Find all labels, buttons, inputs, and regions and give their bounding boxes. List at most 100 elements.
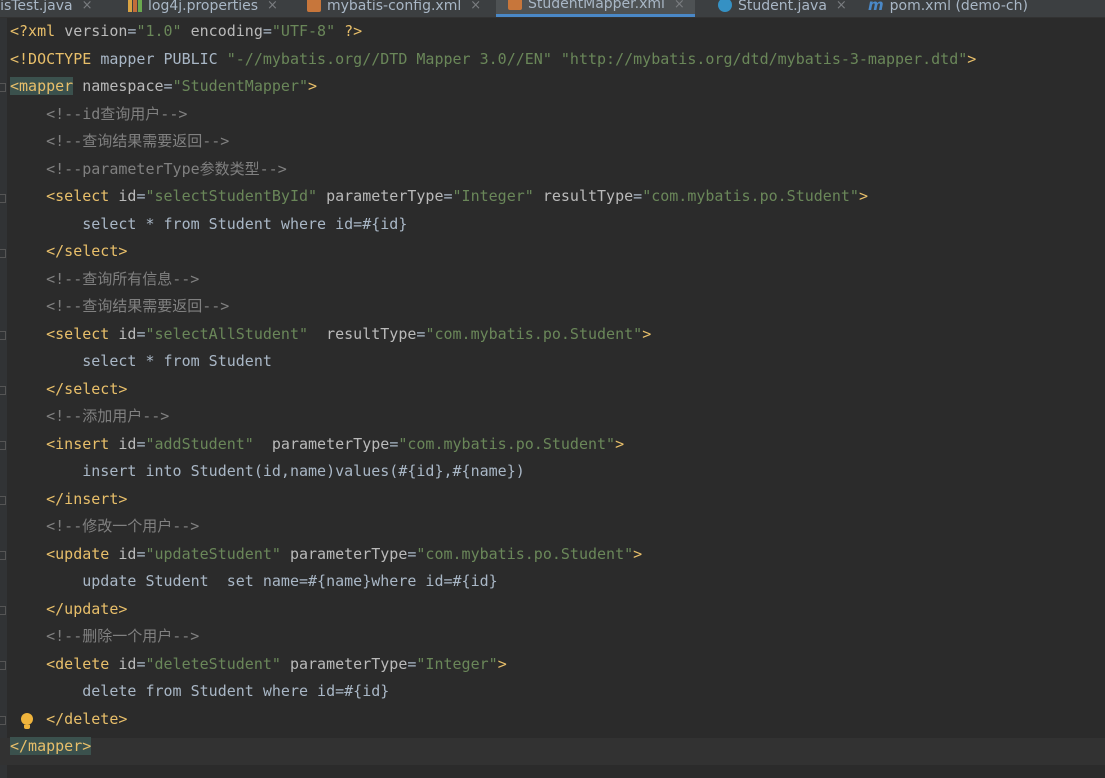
code-line: select * from Student where id=#{id} bbox=[10, 211, 976, 239]
code-token: "Integer" bbox=[452, 187, 534, 205]
code-token: parameterType bbox=[289, 544, 408, 563]
fold-marker-icon[interactable] bbox=[0, 331, 6, 340]
code-token: > bbox=[967, 49, 977, 68]
code-token: <mapper bbox=[10, 77, 74, 95]
tab-mybatis-config-xml[interactable]: mybatis-config.xml × bbox=[307, 0, 481, 17]
close-icon[interactable]: × bbox=[836, 0, 847, 13]
code-token: id bbox=[118, 544, 137, 563]
code-token: "http://mybatis.org/dtd/mybatis-3-mapper… bbox=[560, 49, 968, 68]
code-token: </delete> bbox=[46, 709, 128, 728]
code-line: insert into Student(id,name)values(#{id}… bbox=[10, 458, 976, 486]
code-token: select * from Student bbox=[10, 352, 272, 370]
close-icon[interactable]: × bbox=[267, 0, 278, 13]
code-token: <!--查询所有信息--> bbox=[10, 269, 200, 288]
code-token: <!DOCTYPE bbox=[10, 49, 101, 68]
maven-icon: m bbox=[868, 0, 884, 14]
code-token: > bbox=[633, 544, 643, 563]
code-token: "deleteStudent" bbox=[145, 654, 281, 673]
code-line: </select> bbox=[10, 376, 976, 404]
code-line: <insert id="addStudent" parameterType="c… bbox=[10, 431, 976, 459]
code-token: <!--查询结果需要返回--> bbox=[10, 132, 230, 150]
code-editor[interactable]: <?xml version="1.0" encoding="UTF-8" ?> <… bbox=[0, 18, 1105, 778]
fold-marker-icon[interactable] bbox=[0, 386, 6, 395]
tab-mybatistest-java[interactable]: atisTest.java × bbox=[0, 0, 93, 17]
tab-student-java[interactable]: Student.java × bbox=[718, 0, 847, 17]
code-token: encoding bbox=[190, 22, 263, 40]
code-token: <insert bbox=[46, 434, 110, 453]
code-line: <!--查询结果需要返回--> bbox=[10, 293, 976, 321]
properties-file-icon bbox=[128, 0, 142, 12]
code-token: <select bbox=[46, 187, 110, 205]
code-token: > bbox=[615, 434, 625, 453]
code-token: delete from Student where id=#{id} bbox=[10, 682, 390, 700]
code-token: = bbox=[389, 434, 399, 453]
code-token: resultType bbox=[326, 324, 417, 343]
code-line: </select> bbox=[10, 238, 976, 266]
code-line: update Student set name=#{name}where id=… bbox=[10, 568, 976, 596]
code-line: <!--删除一个用户--> bbox=[10, 623, 976, 651]
code-line: <!--添加用户--> bbox=[10, 403, 976, 431]
close-icon[interactable]: × bbox=[82, 0, 93, 13]
code-token: "Integer" bbox=[416, 654, 498, 673]
fold-marker-icon[interactable] bbox=[0, 83, 6, 92]
code-token: </select> bbox=[46, 242, 128, 260]
code-token: version bbox=[64, 22, 128, 40]
fold-marker-icon[interactable] bbox=[0, 606, 6, 615]
code-line: </insert> bbox=[10, 486, 976, 514]
fold-marker-icon[interactable] bbox=[0, 194, 6, 203]
tab-studentmapper-xml[interactable]: StudentMapper.xml × bbox=[496, 0, 695, 17]
code-token: <select bbox=[46, 324, 110, 343]
code-token: "addStudent" bbox=[145, 434, 254, 453]
tab-label: mybatis-config.xml bbox=[327, 0, 462, 14]
fold-marker-icon[interactable] bbox=[0, 551, 6, 560]
code-line: </update> bbox=[10, 596, 976, 624]
code-token: "com.mybatis.po.Student" bbox=[642, 187, 859, 205]
code-line: <!--修改一个用户--> bbox=[10, 513, 976, 541]
code-line: <update id="updateStudent" parameterType… bbox=[10, 541, 976, 569]
code-token: = bbox=[633, 187, 643, 205]
tab-log4j-properties[interactable]: log4j.properties × bbox=[128, 0, 278, 17]
code-line: <!--id查询用户--> bbox=[10, 101, 976, 129]
code-token: namespace bbox=[82, 77, 164, 95]
code-token: mapper PUBLIC bbox=[100, 49, 227, 68]
tab-label: Student.java bbox=[738, 0, 827, 14]
fold-marker-icon[interactable] bbox=[0, 661, 6, 670]
tab-label: pom.xml (demo-ch) bbox=[889, 0, 1028, 14]
fold-marker-icon[interactable] bbox=[0, 249, 6, 258]
code-token: "StudentMapper" bbox=[172, 77, 309, 95]
code-token: "com.mybatis.po.Student" bbox=[425, 324, 643, 343]
code-token: > bbox=[642, 324, 652, 343]
code-token: insert into Student(id,name)values(#{id}… bbox=[10, 462, 525, 480]
code-token: update Student set name=#{name}where id=… bbox=[10, 572, 498, 590]
xml-file-icon bbox=[307, 0, 321, 12]
fold-marker-icon[interactable] bbox=[0, 716, 6, 725]
code-line: <delete id="deleteStudent" parameterType… bbox=[10, 651, 976, 679]
fold-marker-icon[interactable] bbox=[0, 441, 6, 450]
code-line: </delete> bbox=[10, 706, 976, 734]
close-icon[interactable]: × bbox=[470, 0, 481, 13]
fold-marker-icon[interactable] bbox=[0, 496, 6, 505]
code-token: parameterType bbox=[271, 434, 390, 453]
code-token: select * from Student where id=#{id} bbox=[10, 214, 408, 233]
code-token: <!--添加用户--> bbox=[10, 407, 170, 425]
code-text[interactable]: <?xml version="1.0" encoding="UTF-8" ?> <… bbox=[10, 18, 976, 761]
tab-pom-xml[interactable]: m pom.xml (demo-ch) bbox=[868, 0, 1028, 17]
code-token: </mapper> bbox=[10, 737, 92, 755]
code-token: = bbox=[262, 22, 272, 40]
close-icon[interactable]: × bbox=[674, 0, 685, 12]
code-line: delete from Student where id=#{id} bbox=[10, 678, 976, 706]
